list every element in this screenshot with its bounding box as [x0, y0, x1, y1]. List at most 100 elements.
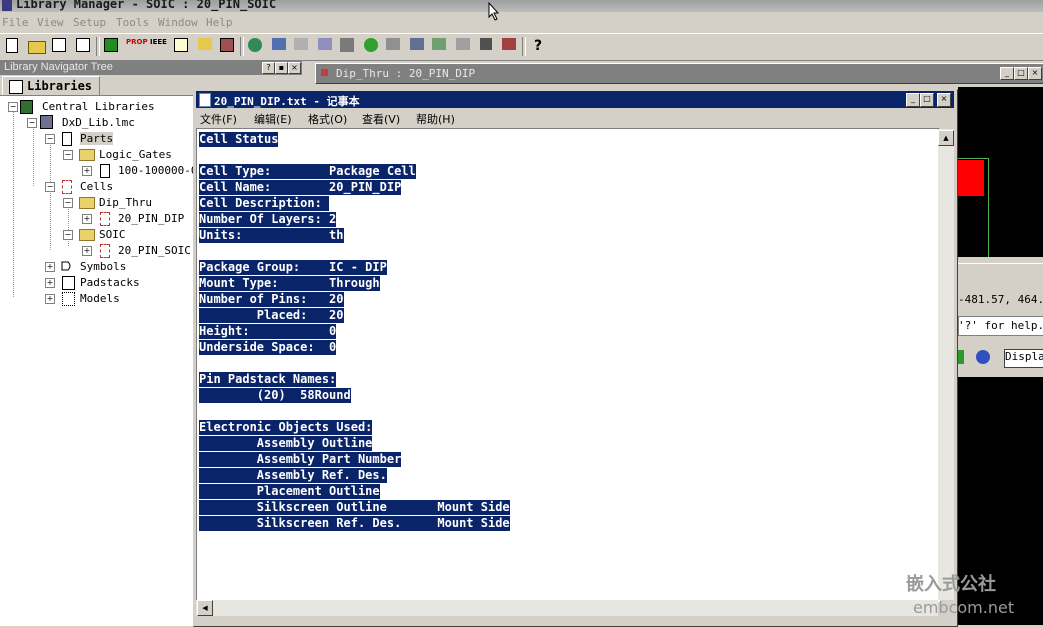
tree-item-logic-gates[interactable]: Logic_Gates	[99, 148, 172, 161]
parts-editor-icon[interactable]	[104, 38, 118, 52]
menu-file[interactable]: File	[2, 16, 29, 29]
tree-item-dip-thru[interactable]: Dip_Thru	[99, 196, 152, 209]
text-line: Cell Status	[199, 132, 279, 147]
tree-item-cells[interactable]: Cells	[80, 180, 113, 193]
menu-help[interactable]: 帮助(H)	[416, 111, 455, 127]
notepad-title: 20_PIN_DIP.txt - 记事本	[214, 95, 360, 108]
globe-icon[interactable]	[248, 38, 262, 52]
display-field-text: Displa	[1005, 350, 1043, 363]
edit-icon[interactable]	[174, 38, 188, 52]
expand-toggle[interactable]: +	[82, 166, 92, 176]
padstack-editor-icon[interactable]	[294, 38, 308, 50]
new-file-icon[interactable]	[6, 38, 18, 53]
expand-toggle[interactable]: −	[45, 182, 55, 192]
check-icon[interactable]	[958, 350, 964, 364]
expand-toggle[interactable]: −	[45, 134, 55, 144]
tree-item-20-pin-soic[interactable]: 20_PIN_SOIC	[118, 244, 191, 257]
library-icon[interactable]	[198, 38, 212, 50]
text-line: Package Group: IC - DIP	[199, 260, 387, 275]
tree-item-symbols[interactable]: Symbols	[80, 260, 126, 273]
close-icon[interactable]: ×	[288, 62, 301, 74]
magnify-icon[interactable]	[976, 350, 990, 364]
notepad-icon	[199, 93, 211, 107]
text-line: Mount Type: Through	[199, 276, 380, 291]
maximize-icon[interactable]: □	[1014, 67, 1028, 80]
folder-icon	[79, 149, 95, 161]
menu-setup[interactable]: Setup	[73, 16, 106, 29]
tree-connector	[13, 110, 14, 297]
display-field[interactable]: Displa	[1004, 349, 1043, 368]
ieee-icon[interactable]: IEEE	[150, 38, 167, 54]
expand-toggle[interactable]: −	[63, 198, 73, 208]
expand-toggle[interactable]: −	[27, 118, 37, 128]
scroll-left-icon[interactable]: ◀	[197, 600, 213, 616]
maximize-icon[interactable]: □	[920, 93, 934, 107]
tree-item-central-libraries[interactable]: Central Libraries	[42, 100, 155, 113]
tree-item-parts[interactable]: Parts	[80, 132, 114, 145]
text-line: Cell Type: Package Cell	[199, 164, 416, 179]
report-icon[interactable]	[456, 38, 470, 50]
status-strip	[958, 263, 1043, 286]
help-icon[interactable]: ?	[530, 38, 546, 54]
folder-icon	[79, 229, 95, 241]
model-icon[interactable]	[480, 38, 492, 50]
notepad-menu-bar: 文件(F) 编辑(E) 格式(O) 查看(V) 帮助(H)	[196, 109, 954, 127]
expand-toggle[interactable]: −	[63, 230, 73, 240]
find-icon[interactable]	[52, 38, 66, 52]
menu-view[interactable]: View	[37, 16, 64, 29]
menu-file[interactable]: 文件(F)	[200, 111, 237, 127]
pin-icon[interactable]: ▪	[275, 62, 288, 74]
tab-libraries[interactable]: Libraries	[2, 76, 100, 96]
database-icon[interactable]	[410, 38, 424, 50]
toolbar-separator	[522, 37, 526, 56]
scroll-up-icon[interactable]: ▲	[938, 130, 954, 146]
tree-item-soic[interactable]: SOIC	[99, 228, 126, 241]
tree-item-padstacks[interactable]: Padstacks	[80, 276, 140, 289]
expand-toggle[interactable]: +	[45, 278, 55, 288]
symbol-editor-icon[interactable]	[340, 38, 354, 52]
tree-item-20-pin-dip[interactable]: 20_PIN_DIP	[118, 212, 184, 225]
menu-view[interactable]: 查看(V)	[362, 111, 400, 127]
refresh-icon[interactable]	[76, 38, 90, 52]
tree-item-library[interactable]: DxD_Lib.lmc	[62, 116, 135, 129]
expand-toggle[interactable]: −	[8, 102, 18, 112]
menu-tools[interactable]: Tools	[116, 16, 149, 29]
tree-item-part[interactable]: 100-100000-0	[118, 164, 197, 177]
cell-editor-icon[interactable]	[318, 38, 332, 50]
toolbar-separator	[240, 37, 244, 56]
expand-toggle[interactable]: −	[63, 150, 73, 160]
minimize-icon[interactable]: _	[906, 93, 920, 107]
padstack-icon	[62, 276, 75, 290]
check-icon[interactable]	[364, 38, 378, 52]
settings-icon[interactable]	[220, 38, 234, 52]
text-line: Number of Pins: 20	[199, 292, 344, 307]
text-line: Placement Outline	[199, 484, 380, 499]
cell-icon	[100, 244, 110, 258]
coordinate-readout: -481.57, 464.2	[958, 293, 1043, 306]
menu-edit[interactable]: 编辑(E)	[254, 111, 292, 127]
tree-item-models[interactable]: Models	[80, 292, 120, 305]
wizard-icon[interactable]	[432, 38, 446, 50]
horizontal-scrollbar[interactable]: ◀	[196, 600, 938, 616]
menu-format[interactable]: 格式(O)	[308, 111, 347, 127]
close-icon[interactable]: ×	[1028, 67, 1042, 80]
prop-icon[interactable]: PROP	[126, 38, 148, 54]
notepad-text-area[interactable]: Cell Status Cell Type: Package Cell Cell…	[196, 128, 940, 602]
text-line: Silkscreen Ref. Des. Mount Side	[199, 516, 510, 531]
menu-help[interactable]: Help	[206, 16, 233, 29]
expand-toggle[interactable]: +	[45, 262, 55, 272]
property-icon[interactable]	[502, 38, 516, 50]
expand-toggle[interactable]: +	[82, 246, 92, 256]
partition-icon[interactable]	[272, 38, 286, 50]
minimize-icon[interactable]: _	[1000, 67, 1014, 80]
tool-icon[interactable]	[386, 38, 400, 50]
close-icon[interactable]: ×	[937, 93, 951, 107]
help-icon[interactable]: ?	[262, 62, 275, 74]
expand-toggle[interactable]: +	[45, 294, 55, 304]
cell-editor-title: Dip_Thru : 20_PIN_DIP	[336, 67, 476, 80]
vertical-scrollbar[interactable]: ▲	[938, 129, 954, 600]
open-folder-icon[interactable]	[28, 41, 46, 54]
text-line: Number Of Layers: 2	[199, 212, 337, 227]
menu-window[interactable]: Window	[158, 16, 198, 29]
expand-toggle[interactable]: +	[82, 214, 92, 224]
